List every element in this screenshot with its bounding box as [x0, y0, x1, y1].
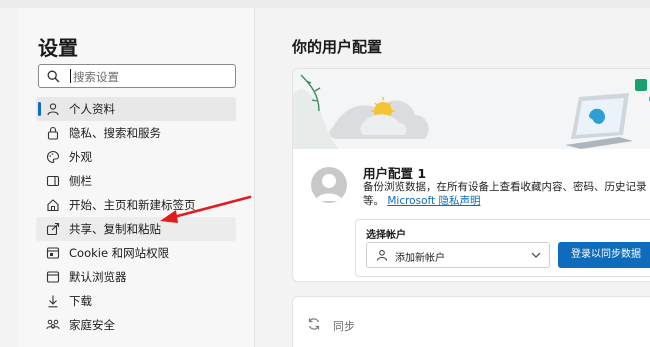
sidebar-item-label: 默认浏览器 [69, 270, 127, 284]
family-icon [46, 319, 60, 330]
sync-label: 同步 [333, 320, 355, 333]
text-cursor [70, 69, 71, 83]
sidebar-icon [46, 175, 60, 187]
sidebar-item-profile[interactable]: 个人资料 [36, 97, 236, 121]
sidebar-item-appearance[interactable]: 外观 [36, 145, 236, 169]
search-placeholder: 搜索设置 [73, 70, 119, 84]
account-dropdown[interactable]: 添加新帐户 [366, 242, 550, 268]
browser-icon [46, 271, 60, 283]
sync-section[interactable]: 同步 [292, 296, 650, 347]
search-input[interactable]: 搜索设置 [38, 64, 236, 88]
privacy-statement-link[interactable]: Microsoft 隐私声明 [387, 195, 480, 207]
site-permissions-icon [46, 247, 60, 259]
sync-icon [308, 318, 320, 330]
sidebar-item-downloads[interactable]: 下载 [36, 289, 236, 313]
person-icon [47, 103, 59, 116]
page-title: 你的用户配置 [292, 38, 383, 56]
active-indicator [38, 102, 41, 116]
sidebar-item-label: 隐私、搜索和服务 [69, 126, 161, 140]
main-content: 你的用户配置 用户配置 1 备份浏览数据，在所有设备上查看收藏内容、密码、历史记… [256, 8, 650, 347]
sidebar-item-privacy[interactable]: 隐私、搜索和服务 [36, 121, 236, 145]
profile-banner-illustration [293, 69, 650, 149]
avatar[interactable] [311, 167, 347, 203]
share-icon [46, 222, 60, 236]
window-top-strip [0, 0, 650, 8]
sidebar-item-sidebar[interactable]: 侧栏 [36, 169, 236, 193]
profile-description: 备份浏览数据，在所有设备上查看收藏内容、密码、历史记录等。 Microsoft … [363, 180, 650, 208]
sign-in-box: 选择帐户 添加新帐户 登录以同步数据 [355, 219, 650, 277]
home-icon [47, 199, 59, 212]
sidebar-item-label: 个人资料 [69, 102, 115, 116]
sidebar-item-cookies-permissions[interactable]: Cookie 和网站权限 [36, 241, 236, 265]
search-icon [47, 70, 60, 83]
download-icon [48, 295, 58, 308]
sidebar-item-default-browser[interactable]: 默认浏览器 [36, 265, 236, 289]
choose-account-label: 选择帐户 [366, 230, 406, 241]
sidebar-item-label: 共享、复制和粘贴 [69, 222, 161, 236]
settings-sidebar: 设置 搜索设置 个人资料 隐私、搜索和服务 外观 侧栏 开始、主页和新建标签页 … [18, 8, 255, 347]
sidebar-item-label: 外观 [69, 150, 92, 164]
sidebar-item-label: 侧栏 [69, 174, 92, 188]
sidebar-item-label: 下载 [69, 294, 92, 308]
account-dropdown-value: 添加新帐户 [395, 253, 445, 264]
avatar-person-icon [316, 174, 342, 201]
palette-icon [47, 150, 60, 164]
sidebar-item-family-safety[interactable]: 家庭安全 [36, 313, 236, 337]
profile-card: 用户配置 1 备份浏览数据，在所有设备上查看收藏内容、密码、历史记录等。 Mic… [292, 68, 650, 282]
sidebar-item-start-home-newtab[interactable]: 开始、主页和新建标签页 [36, 193, 236, 217]
sign-in-to-sync-button[interactable]: 登录以同步数据 [558, 242, 650, 268]
chevron-down-icon [531, 252, 541, 258]
sidebar-item-label: Cookie 和网站权限 [69, 246, 170, 260]
sidebar-item-share-copy-paste[interactable]: 共享、复制和粘贴 [36, 217, 236, 241]
sidebar-item-label: 家庭安全 [69, 318, 115, 332]
person-icon [377, 250, 387, 261]
sidebar-item-label: 开始、主页和新建标签页 [69, 198, 196, 212]
settings-title: 设置 [38, 36, 78, 60]
lock-icon [47, 126, 59, 140]
banner-artwork [293, 74, 650, 149]
